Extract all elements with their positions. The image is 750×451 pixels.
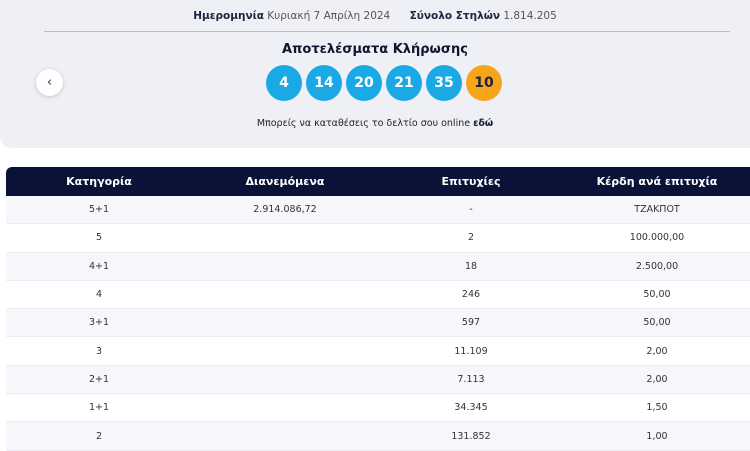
cell-distributed xyxy=(192,365,378,395)
cell-category: 4 xyxy=(6,280,192,310)
cell-winners: 18 xyxy=(378,252,564,281)
divider xyxy=(44,31,730,32)
cell-category: 5 xyxy=(6,223,192,253)
cell-distributed xyxy=(192,223,378,253)
cell-winners: 131.852 xyxy=(378,421,564,451)
cell-distributed xyxy=(192,393,378,423)
cell-winners: 2 xyxy=(378,223,564,253)
cell-distributed xyxy=(192,336,378,366)
online-note-text: Μπορείς να καταθέσεις το δελτίο σου onli… xyxy=(256,118,471,129)
number-ball: 20 xyxy=(346,65,382,101)
cell-prize: 2,00 xyxy=(564,336,750,366)
cell-category: 2+1 xyxy=(6,365,192,395)
prizes-table: Κατηγορία Διανεμόμενα Επιτυχίες Κέρδη αν… xyxy=(6,167,750,451)
number-ball: 35 xyxy=(426,65,462,101)
table-row: 4 246 50,00 xyxy=(6,280,750,310)
winning-numbers: 4 14 20 21 35 10 xyxy=(266,65,502,101)
cell-winners: 246 xyxy=(378,280,564,310)
date-value: Κυριακή 7 Απρίλη 2024 xyxy=(267,10,391,22)
cell-category: 4+1 xyxy=(6,252,192,281)
cell-distributed xyxy=(192,280,378,310)
draw-meta: Ημερομηνία Κυριακή 7 Απρίλη 2024 Σύνολο … xyxy=(0,10,750,22)
header-prize-per-winner: Κέρδη ανά επιτυχία xyxy=(564,167,750,196)
header-winners: Επιτυχίες xyxy=(378,167,564,196)
table-row: 2 131.852 1,00 xyxy=(6,421,750,451)
table-row: 2+1 7.113 2,00 xyxy=(6,365,750,395)
cell-prize: 2,00 xyxy=(564,365,750,395)
cell-category: 3 xyxy=(6,336,192,366)
cell-distributed xyxy=(192,252,378,281)
number-ball: 14 xyxy=(306,65,342,101)
columns-label: Σύνολο Στηλών xyxy=(409,10,500,22)
cell-distributed: 2.914.086,72 xyxy=(192,196,378,225)
cell-prize: 1,50 xyxy=(564,393,750,423)
table-row: 1+1 34.345 1,50 xyxy=(6,393,750,423)
table-row: 3 11.109 2,00 xyxy=(6,336,750,366)
cell-prize: 50,00 xyxy=(564,308,750,338)
cell-category: 2 xyxy=(6,421,192,451)
table-row: 5+1 2.914.086,72 - ΤΖΑΚΠΟΤ xyxy=(6,196,750,225)
table-header-row: Κατηγορία Διανεμόμενα Επιτυχίες Κέρδη αν… xyxy=(6,167,750,196)
cell-prize: ΤΖΑΚΠΟΤ xyxy=(564,196,750,225)
cell-distributed xyxy=(192,421,378,451)
header-distributed: Διανεμόμενα xyxy=(192,167,378,196)
cell-winners: - xyxy=(378,196,564,225)
cell-winners: 7.113 xyxy=(378,365,564,395)
cell-category: 5+1 xyxy=(6,196,192,225)
results-title: Αποτελέσματα Κλήρωσης xyxy=(282,42,468,57)
prizes-table-container: Κατηγορία Διανεμόμενα Επιτυχίες Κέρδη αν… xyxy=(6,167,750,451)
number-ball: 4 xyxy=(266,65,302,101)
cell-prize: 2.500,00 xyxy=(564,252,750,281)
prev-draw-button[interactable]: ‹ xyxy=(36,69,63,96)
table-row: 5 2 100.000,00 xyxy=(6,223,750,253)
cell-winners: 34.345 xyxy=(378,393,564,423)
cell-category: 3+1 xyxy=(6,308,192,338)
online-note: Μπορείς να καταθέσεις το δελτίο σου onli… xyxy=(0,118,750,129)
cell-category: 1+1 xyxy=(6,393,192,423)
cell-winners: 597 xyxy=(378,308,564,338)
cell-distributed xyxy=(192,308,378,338)
joker-ball: 10 xyxy=(466,65,502,101)
columns-value: 1.814.205 xyxy=(503,10,557,22)
draw-results-card: Ημερομηνία Κυριακή 7 Απρίλη 2024 Σύνολο … xyxy=(0,0,750,148)
header-category: Κατηγορία xyxy=(6,167,192,196)
cell-winners: 11.109 xyxy=(378,336,564,366)
number-ball: 21 xyxy=(386,65,422,101)
cell-prize: 1,00 xyxy=(564,421,750,451)
cell-prize: 50,00 xyxy=(564,280,750,310)
table-row: 3+1 597 50,00 xyxy=(6,308,750,338)
date-label: Ημερομηνία xyxy=(193,10,264,22)
chevron-left-icon: ‹ xyxy=(46,75,53,90)
table-row: 4+1 18 2.500,00 xyxy=(6,252,750,281)
online-link[interactable]: εδώ xyxy=(473,118,493,129)
cell-prize: 100.000,00 xyxy=(564,223,750,253)
